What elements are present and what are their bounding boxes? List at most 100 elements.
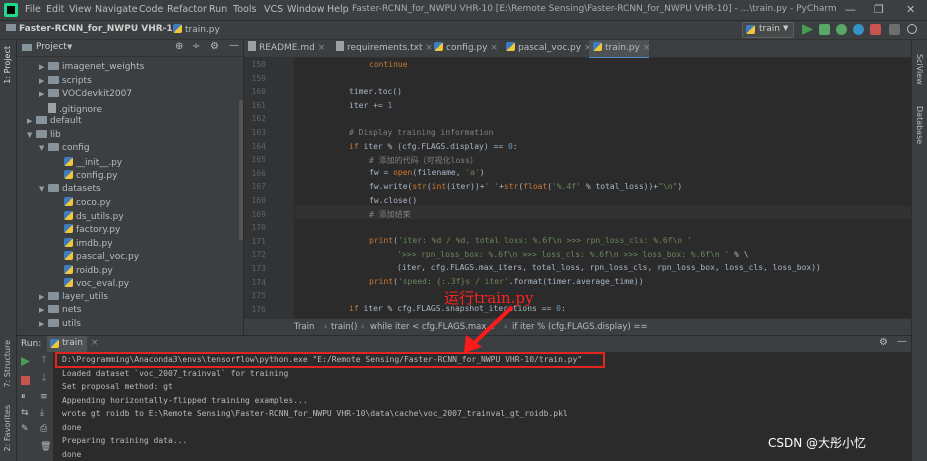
line-number-gutter: 158 159 160 161 162 163 164 165 166 167 168 169 170 1… bbox=[244, 58, 294, 318]
tree-item-label: default bbox=[50, 116, 82, 126]
run-with-coverage-icon[interactable] bbox=[836, 24, 847, 35]
rerun-icon[interactable] bbox=[21, 357, 30, 366]
tree-item[interactable]: ▼ datasets bbox=[39, 183, 101, 197]
chevron-right-icon[interactable]: ▶ bbox=[39, 306, 48, 314]
hide-icon[interactable]: — bbox=[897, 336, 907, 347]
chevron-down-icon[interactable]: ▼ bbox=[39, 185, 48, 193]
project-tool-tab[interactable]: 1: Project bbox=[3, 46, 12, 84]
project-view-dropdown[interactable]: Project bbox=[36, 42, 67, 52]
print-icon[interactable]: ⎙ bbox=[40, 424, 47, 434]
menu-view[interactable]: View bbox=[69, 4, 92, 15]
maximize-button[interactable]: ❐ bbox=[874, 3, 884, 16]
tree-item[interactable]: roidb.py bbox=[55, 264, 113, 278]
folder-icon bbox=[36, 116, 47, 124]
menu-file[interactable]: File bbox=[25, 4, 41, 15]
tab-requirements[interactable]: requirements.txt × bbox=[332, 40, 433, 57]
tree-item[interactable]: factory.py bbox=[55, 224, 120, 237]
tab-pascal-voc[interactable]: pascal_voc.py × bbox=[502, 40, 591, 57]
pin-icon[interactable]: ✎ bbox=[21, 424, 29, 434]
favorites-tool-tab[interactable]: 2: Favorites bbox=[3, 405, 12, 451]
close-icon[interactable]: × bbox=[318, 43, 326, 53]
tree-item[interactable]: __init__.py bbox=[55, 156, 122, 170]
tree-item[interactable]: ▶ utils bbox=[39, 318, 81, 332]
tree-item[interactable]: ▶ scripts bbox=[39, 75, 92, 89]
chevron-right-icon[interactable]: ▶ bbox=[27, 117, 36, 125]
tree-item[interactable]: pascal_voc.py bbox=[55, 251, 139, 264]
debug-icon[interactable] bbox=[819, 24, 830, 35]
soft-wrap-icon[interactable]: ≡ bbox=[40, 392, 48, 402]
breadcrumb-if[interactable]: if iter % (cfg.FLAGS.display) == bbox=[512, 322, 648, 332]
up-arrow-icon[interactable]: ↑ bbox=[40, 355, 48, 366]
tree-item[interactable]: voc_eval.py bbox=[55, 278, 129, 291]
breadcrumb-file[interactable]: train.py bbox=[173, 24, 220, 35]
menu-vcs[interactable]: VCS bbox=[264, 4, 283, 15]
menu-run[interactable]: Run bbox=[209, 4, 227, 15]
chevron-right-icon[interactable]: ▶ bbox=[39, 90, 48, 98]
project-structure-icon[interactable] bbox=[889, 24, 900, 35]
hide-icon[interactable]: — bbox=[229, 40, 239, 51]
search-icon[interactable] bbox=[907, 24, 917, 34]
down-arrow-icon[interactable]: ↓ bbox=[40, 373, 48, 384]
close-icon[interactable]: × bbox=[490, 43, 498, 53]
menu-edit[interactable]: Edit bbox=[46, 4, 64, 15]
tree-item[interactable]: ▶ VOCdevkit2007 bbox=[39, 89, 132, 102]
collapse-icon[interactable]: ÷ bbox=[192, 41, 200, 52]
breadcrumb-function[interactable]: train() bbox=[331, 322, 357, 332]
stop-icon[interactable] bbox=[870, 24, 881, 35]
breadcrumb-class[interactable]: Train bbox=[294, 322, 314, 332]
database-tool-tab[interactable]: Database bbox=[915, 106, 924, 144]
chevron-down-icon[interactable]: ▼ bbox=[39, 144, 48, 152]
tree-item[interactable]: ▶ layer_utils bbox=[39, 291, 109, 305]
sciview-tool-tab[interactable]: SciView bbox=[915, 54, 924, 85]
chevron-down-icon[interactable]: ▼ bbox=[27, 131, 36, 139]
tab-config[interactable]: config.py × bbox=[430, 40, 504, 57]
tree-item[interactable]: .gitignore bbox=[39, 102, 102, 116]
trash-icon[interactable]: 🗑 bbox=[40, 442, 51, 452]
menu-window[interactable]: Window bbox=[287, 4, 324, 15]
tree-item[interactable]: imdb.py bbox=[55, 237, 113, 251]
menu-code[interactable]: Code bbox=[139, 4, 163, 15]
chevron-right-icon[interactable]: ▶ bbox=[39, 293, 48, 301]
tree-item[interactable]: coco.py bbox=[55, 197, 111, 210]
chevron-right-icon[interactable]: ▶ bbox=[39, 77, 48, 85]
code-editor[interactable]: continue timer.toc() iter += 1 # Display… bbox=[295, 58, 911, 318]
chevron-right-icon[interactable]: ▶ bbox=[39, 63, 48, 71]
structure-tool-tab[interactable]: 7: Structure bbox=[3, 340, 12, 388]
menu-help[interactable]: Help bbox=[327, 4, 349, 15]
tree-item[interactable]: ▼ lib bbox=[27, 129, 61, 143]
menu-navigate[interactable]: Navigate bbox=[95, 4, 138, 15]
gear-icon[interactable]: ⚙ bbox=[879, 337, 888, 348]
menu-tools[interactable]: Tools bbox=[233, 4, 256, 15]
breadcrumb-project[interactable]: Faster-RCNN_for_NWPU VHR-10 bbox=[6, 24, 179, 34]
watermark: CSDN @大彤小忆 bbox=[768, 436, 867, 450]
tree-item[interactable]: ▶ nets bbox=[39, 305, 81, 318]
target-icon[interactable]: ⊕ bbox=[175, 41, 183, 52]
gear-icon[interactable]: ⚙ bbox=[210, 41, 219, 52]
scroll-to-end-icon[interactable]: ⤓ bbox=[40, 408, 44, 418]
stop-icon[interactable] bbox=[21, 376, 30, 385]
console-line: wrote gt roidb to E:\Remote Sensing\Fast… bbox=[62, 409, 568, 418]
menu-refactor[interactable]: Refactor bbox=[167, 4, 207, 15]
chevron-right-icon[interactable]: ▶ bbox=[39, 320, 48, 328]
code-line: # 添加的代码（可视化loss） bbox=[369, 156, 478, 165]
run-icon[interactable] bbox=[802, 24, 813, 35]
tree-item[interactable]: config.py bbox=[55, 170, 117, 183]
tree-item[interactable]: ds_utils.py bbox=[55, 210, 124, 224]
tree-item[interactable]: ▼ config bbox=[39, 143, 90, 156]
pause-icon[interactable]: ⏸ bbox=[21, 392, 26, 402]
restore-layout-icon[interactable]: ⇆ bbox=[21, 408, 29, 418]
project-scrollbar[interactable] bbox=[239, 100, 243, 240]
profile-icon[interactable] bbox=[853, 24, 864, 35]
minimize-button[interactable]: — bbox=[845, 3, 856, 16]
close-icon[interactable]: × bbox=[91, 338, 99, 348]
close-icon[interactable]: × bbox=[643, 43, 651, 53]
run-tab[interactable]: train bbox=[47, 336, 87, 352]
close-button[interactable]: ✕ bbox=[906, 3, 915, 16]
tree-item-label: layer_utils bbox=[62, 291, 109, 302]
tab-readme[interactable]: README.md × bbox=[244, 40, 334, 57]
run-config-dropdown[interactable]: train ▼ bbox=[742, 22, 794, 38]
tab-train[interactable]: train.py × bbox=[589, 40, 651, 59]
folder-icon bbox=[48, 291, 59, 300]
tree-item[interactable]: ▶ default bbox=[27, 116, 82, 129]
tree-item[interactable]: ▶ imagenet_weights bbox=[39, 62, 144, 75]
